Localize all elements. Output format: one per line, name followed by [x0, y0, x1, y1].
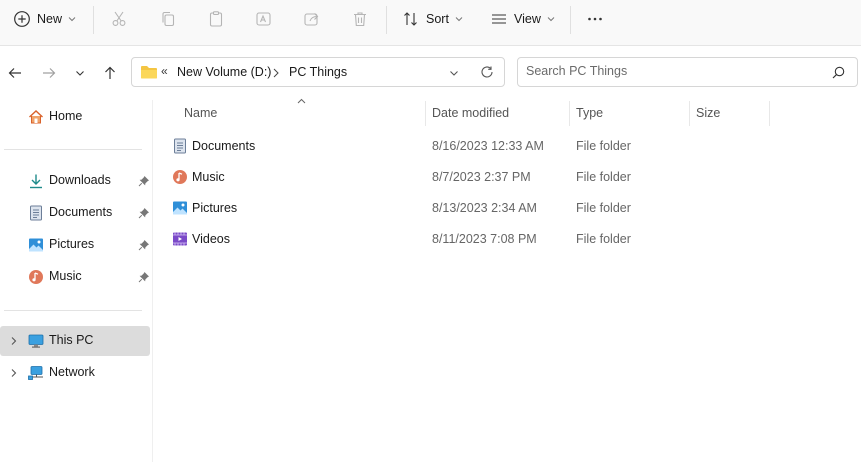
- copy-icon[interactable]: [157, 8, 179, 30]
- chevron-down-icon: [455, 15, 463, 23]
- file-type: File folder: [576, 139, 631, 153]
- chevron-down-icon: [68, 15, 76, 23]
- home-icon: [28, 109, 44, 125]
- sidebar-item-label: Documents: [49, 205, 113, 219]
- column-header-size[interactable]: Size: [690, 100, 768, 126]
- sidebar-divider: [4, 149, 142, 150]
- toolbar-divider: [386, 6, 387, 34]
- paste-icon[interactable]: [205, 8, 227, 30]
- pictures-icon: [28, 237, 44, 253]
- pin-icon[interactable]: [138, 239, 150, 251]
- column-header-date[interactable]: Date modified: [426, 100, 570, 126]
- breadcrumb-overflow[interactable]: «: [161, 64, 168, 78]
- plus-circle-icon: [13, 10, 31, 28]
- forward-arrow-icon[interactable]: [38, 62, 60, 84]
- music-icon: [172, 169, 188, 185]
- file-type: File folder: [576, 232, 631, 246]
- column-header-name[interactable]: Name: [166, 100, 424, 126]
- view-list-icon: [490, 10, 508, 28]
- file-type: File folder: [576, 170, 631, 184]
- column-header-type[interactable]: Type: [570, 100, 688, 126]
- file-name: Music: [192, 170, 225, 184]
- sidebar-item-label: Network: [49, 365, 95, 379]
- sidebar-item-network[interactable]: Network: [0, 358, 150, 388]
- cut-icon[interactable]: [108, 8, 130, 30]
- documents-icon: [28, 205, 44, 221]
- documents-icon: [172, 138, 188, 154]
- search-box[interactable]: [517, 57, 858, 87]
- column-resize-handle[interactable]: [769, 101, 770, 126]
- file-date: 8/7/2023 2:37 PM: [432, 170, 531, 184]
- search-icon[interactable]: [832, 66, 845, 79]
- sort-button-label: Sort: [426, 12, 449, 26]
- sidebar-item-label: Downloads: [49, 173, 111, 187]
- chevron-right-icon[interactable]: [9, 336, 19, 346]
- videos-icon: [172, 231, 188, 247]
- sort-button[interactable]: Sort: [402, 8, 463, 30]
- column-header-label: Size: [696, 106, 721, 120]
- breadcrumb-item[interactable]: PC Things: [289, 65, 347, 79]
- chevron-down-icon: [547, 15, 555, 23]
- column-header-label: Name: [184, 106, 218, 120]
- breadcrumb-separator-icon: [272, 68, 280, 78]
- column-header-label: Date modified: [432, 106, 510, 120]
- pin-icon[interactable]: [138, 175, 150, 187]
- toolbar-divider: [93, 6, 94, 34]
- chevron-right-icon[interactable]: [9, 368, 19, 378]
- file-date: 8/13/2023 2:34 AM: [432, 201, 537, 215]
- command-bar: New Sort View: [0, 0, 861, 46]
- view-button[interactable]: View: [490, 8, 555, 30]
- new-button[interactable]: New: [13, 8, 76, 30]
- share-icon[interactable]: [301, 8, 323, 30]
- refresh-icon[interactable]: [480, 65, 494, 79]
- address-history-chevron-icon[interactable]: [448, 67, 460, 79]
- network-icon: [28, 365, 44, 381]
- up-arrow-icon[interactable]: [99, 62, 121, 84]
- pin-icon[interactable]: [138, 207, 150, 219]
- music-icon: [28, 269, 44, 285]
- more-options-icon[interactable]: [584, 8, 606, 30]
- file-row-videos[interactable]: Videos 8/11/2023 7:08 PM File folder: [166, 225, 856, 253]
- sidebar-item-label: This PC: [49, 333, 94, 347]
- sidebar-item-label: Music: [49, 269, 82, 283]
- file-name: Videos: [192, 232, 230, 246]
- file-name: Documents: [192, 139, 256, 153]
- download-icon: [28, 173, 44, 189]
- sidebar-item-home[interactable]: Home: [4, 102, 150, 132]
- rename-icon[interactable]: [253, 8, 275, 30]
- column-header-label: Type: [576, 106, 604, 120]
- sidebar-item-music[interactable]: Music: [4, 262, 150, 292]
- folder-icon: [140, 64, 158, 80]
- address-bar[interactable]: « New Volume (D:) PC Things: [131, 57, 505, 87]
- search-input[interactable]: [526, 64, 816, 78]
- pictures-icon: [172, 200, 188, 216]
- toolbar-divider: [570, 6, 571, 34]
- new-button-label: New: [37, 12, 63, 26]
- navigation-pane: Home Downloads Documents Pictures Music …: [0, 100, 153, 462]
- sidebar-item-label: Home: [49, 109, 83, 123]
- recent-locations-chevron-icon[interactable]: [69, 62, 91, 84]
- sidebar-item-pictures[interactable]: Pictures: [4, 230, 150, 260]
- sidebar-item-downloads[interactable]: Downloads: [4, 166, 150, 196]
- file-row-pictures[interactable]: Pictures 8/13/2023 2:34 AM File folder: [166, 194, 856, 222]
- file-date: 8/16/2023 12:33 AM: [432, 139, 544, 153]
- sidebar-item-documents[interactable]: Documents: [4, 198, 150, 228]
- file-name: Pictures: [192, 201, 238, 215]
- computer-icon: [28, 333, 44, 349]
- sidebar-divider: [4, 310, 142, 311]
- pin-icon[interactable]: [138, 271, 150, 283]
- view-button-label: View: [514, 12, 541, 26]
- file-row-documents[interactable]: Documents 8/16/2023 12:33 AM File folder: [166, 132, 856, 160]
- back-arrow-icon[interactable]: [4, 62, 26, 84]
- file-date: 8/11/2023 7:08 PM: [432, 232, 537, 246]
- delete-icon[interactable]: [349, 8, 371, 30]
- sort-icon: [402, 10, 420, 28]
- file-type: File folder: [576, 201, 631, 215]
- breadcrumb-item[interactable]: New Volume (D:): [177, 65, 271, 79]
- sidebar-item-label: Pictures: [49, 237, 95, 251]
- sidebar-item-this-pc[interactable]: This PC: [0, 326, 150, 356]
- file-row-music[interactable]: Music 8/7/2023 2:37 PM File folder: [166, 163, 856, 191]
